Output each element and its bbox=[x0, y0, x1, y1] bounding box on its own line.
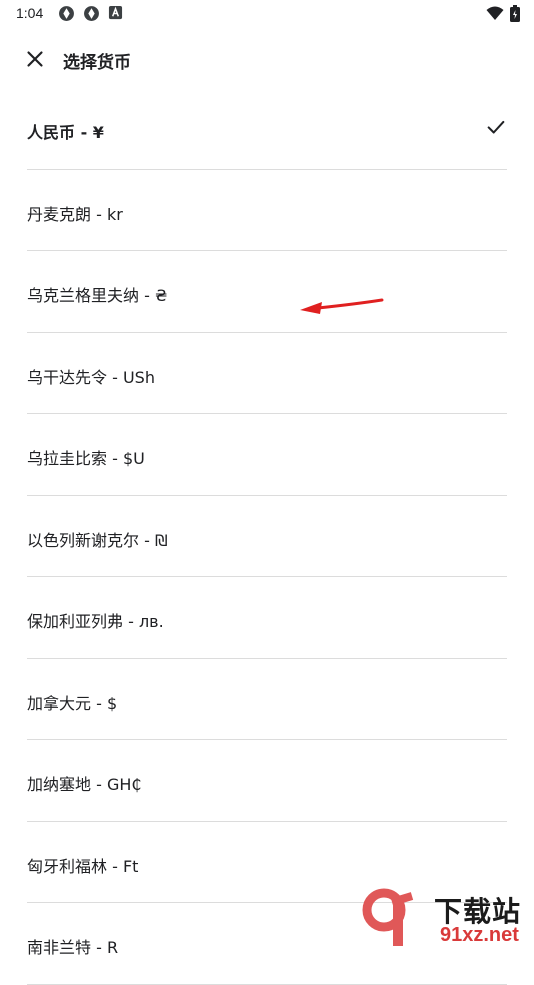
app-bar: 选择货币 bbox=[0, 38, 534, 80]
currency-item-ils[interactable]: 以色列新谢克尔 - ₪ bbox=[27, 496, 507, 577]
status-time: 1:04 bbox=[16, 5, 44, 21]
currency-item-uah[interactable]: 乌克兰格里夫纳 - ₴ bbox=[27, 251, 507, 333]
currency-label: 乌拉圭比索 - $U bbox=[27, 449, 145, 468]
currency-item-bgn[interactable]: 保加利亚列弗 - лв. bbox=[27, 577, 507, 659]
currency-item-cny[interactable]: 人民币 - ¥ bbox=[27, 88, 507, 170]
currency-label: 匈牙利福林 - Ft bbox=[27, 856, 139, 876]
watermark-logo-icon bbox=[362, 888, 414, 946]
status-bar: 1:04 bbox=[0, 0, 534, 28]
battery-icon bbox=[510, 5, 520, 22]
currency-item-uyu[interactable]: 乌拉圭比索 - $U bbox=[27, 414, 507, 496]
watermark-bottom: 91xz.net bbox=[440, 924, 519, 946]
page-title: 选择货币 bbox=[63, 53, 131, 73]
currency-item-ghs[interactable]: 加纳塞地 - GH₵ bbox=[27, 740, 507, 822]
a-box-icon bbox=[108, 5, 123, 20]
currency-label: 丹麦克朗 - kr bbox=[27, 204, 123, 224]
currency-label: 加拿大元 - $ bbox=[27, 693, 118, 713]
currency-list: 人民币 - ¥ 丹麦克朗 - kr 乌克兰格里夫纳 - ₴ 乌干达先令 - US… bbox=[0, 88, 534, 985]
status-icons-left bbox=[58, 5, 123, 22]
currency-item-ugx[interactable]: 乌干达先令 - USh bbox=[27, 333, 507, 414]
currency-label: 人民币 - ¥ bbox=[27, 123, 104, 142]
wifi-icon bbox=[486, 6, 504, 20]
currency-label: 保加利亚列弗 - лв. bbox=[27, 612, 164, 631]
watermark: 下载站 91xz.net bbox=[362, 888, 532, 950]
currency-label: 乌干达先令 - USh bbox=[27, 367, 155, 387]
currency-label: 乌克兰格里夫纳 - ₴ bbox=[27, 286, 168, 305]
currency-label: 南非兰特 - R bbox=[27, 938, 119, 957]
currency-item-cad[interactable]: 加拿大元 - $ bbox=[27, 659, 507, 740]
status-icons-right bbox=[486, 5, 520, 22]
close-icon[interactable] bbox=[22, 46, 48, 72]
currency-item-dkk[interactable]: 丹麦克朗 - kr bbox=[27, 170, 507, 251]
gear-like-icon bbox=[84, 6, 99, 21]
currency-label: 以色列新谢克尔 - ₪ bbox=[27, 530, 168, 550]
currency-label: 加纳塞地 - GH₵ bbox=[27, 775, 142, 794]
gear-like-icon bbox=[59, 6, 74, 21]
check-icon bbox=[487, 120, 505, 134]
